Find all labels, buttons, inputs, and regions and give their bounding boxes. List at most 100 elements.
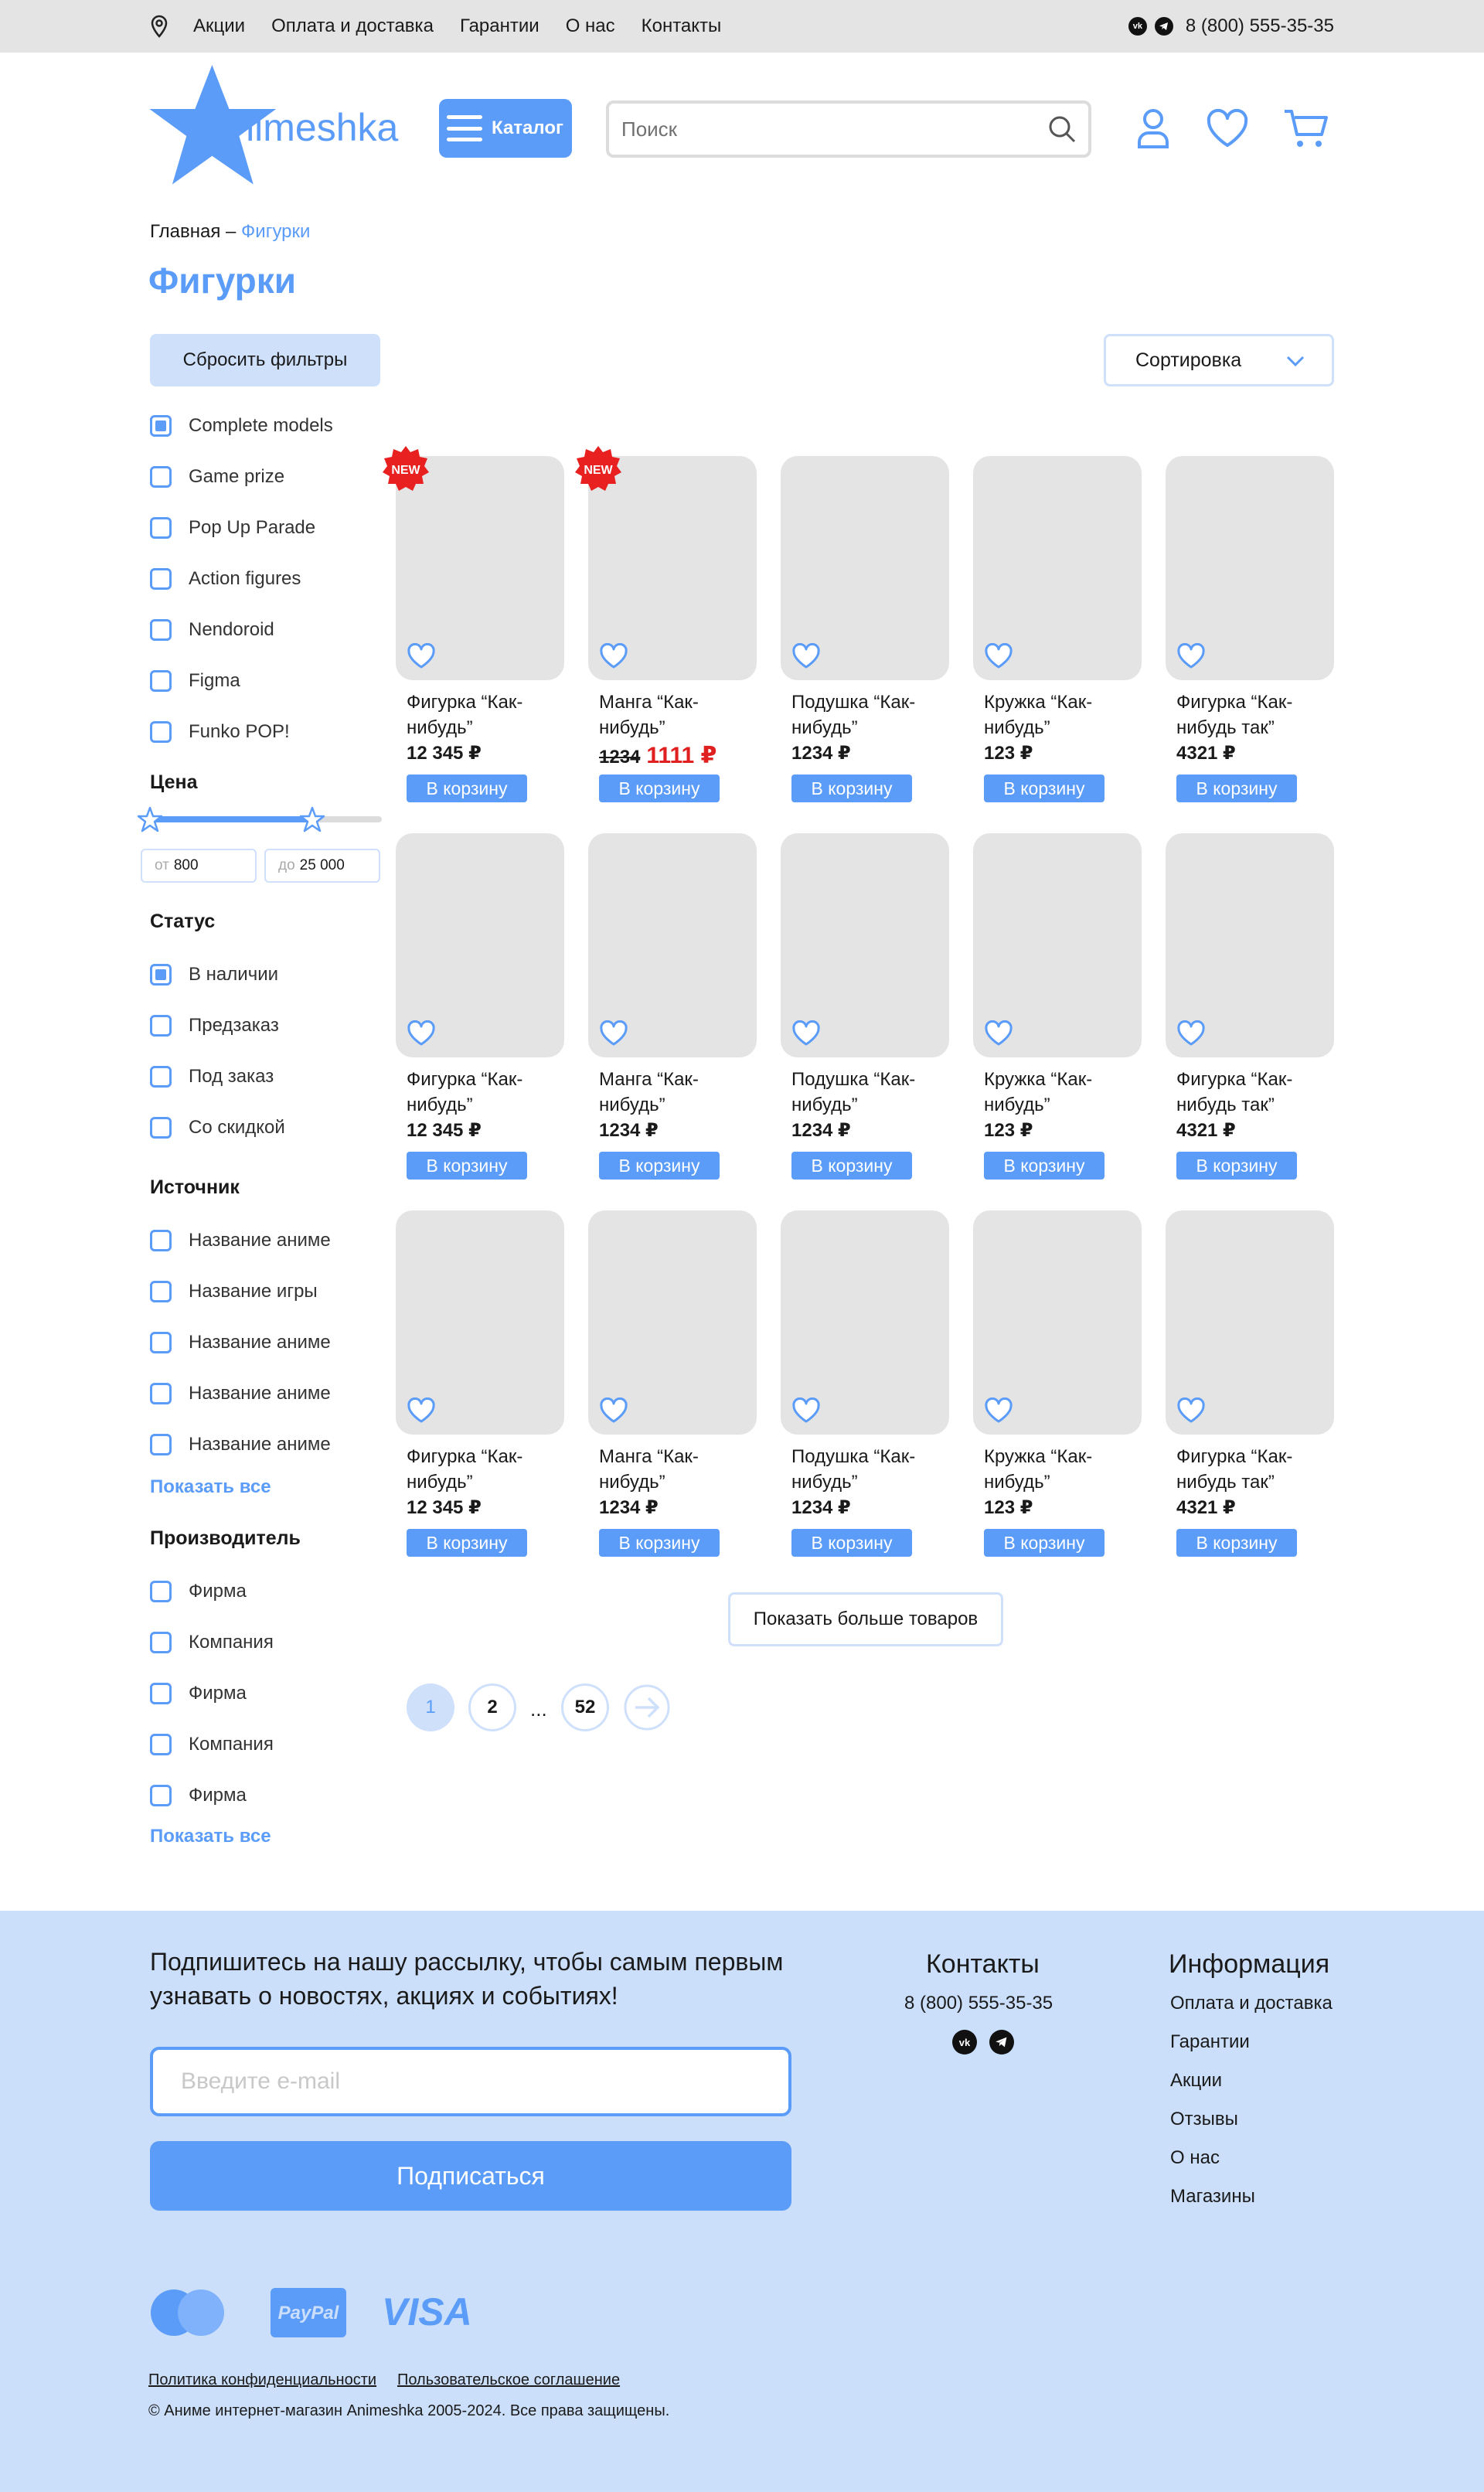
- source-filter-option[interactable]: Название аниме: [150, 1227, 331, 1254]
- product-image[interactable]: [781, 456, 949, 680]
- add-to-cart-button[interactable]: В корзину: [1176, 1529, 1297, 1557]
- cart-icon[interactable]: [1283, 105, 1329, 151]
- product-name[interactable]: Фигурка “Как-нибудь так”: [1166, 1444, 1320, 1495]
- maker-checkbox[interactable]: [150, 1683, 172, 1704]
- source-checkbox[interactable]: [150, 1434, 172, 1455]
- product-card[interactable]: Кружка “Как-нибудь” 123 ₽ В корзину: [973, 833, 1142, 1180]
- product-name[interactable]: Кружка “Как-нибудь”: [973, 1067, 1128, 1118]
- product-image[interactable]: [396, 1210, 564, 1435]
- type-checkbox[interactable]: [150, 670, 172, 692]
- price-slider-min-handle-star-icon[interactable]: [137, 806, 163, 832]
- favorite-heart-icon[interactable]: [1176, 1397, 1206, 1424]
- add-to-cart-button[interactable]: В корзину: [599, 774, 720, 802]
- status-filter-option[interactable]: В наличии: [150, 962, 278, 988]
- product-card[interactable]: Фигурка “Как-нибудь так” 4321 ₽ В корзину: [1166, 1210, 1334, 1557]
- add-to-cart-button[interactable]: В корзину: [1176, 1152, 1297, 1180]
- source-checkbox[interactable]: [150, 1230, 172, 1251]
- maker-checkbox[interactable]: [150, 1581, 172, 1602]
- add-to-cart-button[interactable]: В корзину: [791, 1152, 912, 1180]
- product-image[interactable]: [1166, 1210, 1334, 1435]
- maker-checkbox[interactable]: [150, 1785, 172, 1806]
- product-name[interactable]: Фигурка “Как-нибудь”: [396, 1444, 550, 1495]
- type-checkbox[interactable]: [150, 568, 172, 590]
- product-card[interactable]: Подушка “Как-нибудь” 1234 ₽ В корзину: [781, 456, 949, 802]
- product-name[interactable]: Фигурка “Как-нибудь”: [396, 689, 550, 740]
- top-nav-guarantees[interactable]: Гарантии: [460, 15, 539, 37]
- footer-info-link[interactable]: Отзывы: [1170, 2109, 1238, 2130]
- add-to-cart-button[interactable]: В корзину: [407, 1152, 527, 1180]
- add-to-cart-button[interactable]: В корзину: [599, 1152, 720, 1180]
- price-slider-max-handle-star-icon[interactable]: [299, 806, 325, 832]
- email-input[interactable]: [181, 2068, 788, 2095]
- price-to-input[interactable]: до 25 000: [264, 849, 380, 883]
- type-checkbox[interactable]: [150, 721, 172, 743]
- type-filter-option[interactable]: Figma: [150, 668, 240, 694]
- footer-telegram-icon[interactable]: [989, 2030, 1014, 2055]
- product-image[interactable]: [973, 456, 1142, 680]
- status-checkbox[interactable]: [150, 1015, 172, 1037]
- product-card[interactable]: Манга “Как-нибудь” 1234 ₽ В корзину: [588, 833, 757, 1180]
- footer-phone[interactable]: 8 (800) 555-35-35: [904, 1993, 1053, 2014]
- product-name[interactable]: Манга “Как-нибудь”: [588, 1067, 743, 1118]
- product-image[interactable]: [588, 833, 757, 1057]
- favorite-heart-icon[interactable]: [599, 643, 628, 669]
- product-name[interactable]: Манга “Как-нибудь”: [588, 1444, 743, 1495]
- product-image[interactable]: [396, 833, 564, 1057]
- source-filter-option[interactable]: Название игры: [150, 1278, 318, 1305]
- add-to-cart-button[interactable]: В корзину: [599, 1529, 720, 1557]
- footer-info-link[interactable]: Гарантии: [1170, 2031, 1250, 2053]
- search-box[interactable]: [606, 100, 1091, 158]
- sort-dropdown[interactable]: Сортировка: [1104, 334, 1334, 386]
- reset-filters-button[interactable]: Сбросить фильтры: [150, 334, 380, 386]
- favorite-heart-icon[interactable]: [407, 643, 436, 669]
- subscribe-button[interactable]: Подписаться: [150, 2141, 791, 2211]
- favorite-heart-icon[interactable]: [1176, 1020, 1206, 1047]
- product-image[interactable]: NEW: [383, 446, 564, 680]
- add-to-cart-button[interactable]: В корзину: [984, 1152, 1104, 1180]
- status-checkbox[interactable]: [150, 964, 172, 986]
- vk-icon[interactable]: vk: [1128, 17, 1147, 36]
- privacy-policy-link[interactable]: Политика конфиденциальности: [148, 2371, 376, 2389]
- top-nav-about[interactable]: О нас: [566, 15, 615, 37]
- status-filter-option[interactable]: Со скидкой: [150, 1115, 285, 1141]
- type-checkbox[interactable]: [150, 517, 172, 539]
- maker-filter-option[interactable]: Фирма: [150, 1680, 247, 1707]
- maker-show-all-link[interactable]: Показать все: [150, 1826, 271, 1847]
- product-card[interactable]: Подушка “Как-нибудь” 1234 ₽ В корзину: [781, 833, 949, 1180]
- type-filter-option[interactable]: Nendoroid: [150, 617, 274, 643]
- status-filter-option[interactable]: Предзаказ: [150, 1013, 279, 1039]
- user-agreement-link[interactable]: Пользовательское соглашение: [397, 2371, 620, 2389]
- type-filter-option[interactable]: Pop Up Parade: [150, 515, 315, 541]
- favorite-heart-icon[interactable]: [407, 1020, 436, 1047]
- maker-filter-option[interactable]: Фирма: [150, 1782, 247, 1809]
- next-page-arrow-icon[interactable]: [623, 1683, 671, 1731]
- type-checkbox[interactable]: [150, 466, 172, 488]
- page-1-button[interactable]: 1: [407, 1683, 454, 1731]
- add-to-cart-button[interactable]: В корзину: [791, 1529, 912, 1557]
- product-image[interactable]: [588, 1210, 757, 1435]
- product-name[interactable]: Кружка “Как-нибудь”: [973, 689, 1128, 740]
- product-name[interactable]: Фигурка “Как-нибудь”: [396, 1067, 550, 1118]
- product-image[interactable]: NEW: [575, 446, 757, 680]
- maker-filter-option[interactable]: Фирма: [150, 1578, 247, 1605]
- user-icon[interactable]: [1130, 105, 1176, 151]
- telegram-icon[interactable]: [1154, 17, 1173, 36]
- product-image[interactable]: [973, 1210, 1142, 1435]
- product-card[interactable]: Фигурка “Как-нибудь” 12 345 ₽ В корзину: [396, 1210, 564, 1557]
- product-image[interactable]: [973, 833, 1142, 1057]
- product-name[interactable]: Фигурка “Как-нибудь так”: [1166, 689, 1320, 740]
- favorite-heart-icon[interactable]: [791, 1397, 821, 1424]
- search-icon[interactable]: [1047, 114, 1077, 145]
- add-to-cart-button[interactable]: В корзину: [407, 1529, 527, 1557]
- product-image[interactable]: [781, 1210, 949, 1435]
- favorites-heart-icon[interactable]: [1204, 105, 1251, 151]
- favorite-heart-icon[interactable]: [984, 1020, 1013, 1047]
- product-image[interactable]: [1166, 833, 1334, 1057]
- product-card[interactable]: Фигурка “Как-нибудь” 12 345 ₽ В корзину: [396, 833, 564, 1180]
- favorite-heart-icon[interactable]: [791, 643, 821, 669]
- source-checkbox[interactable]: [150, 1383, 172, 1404]
- status-checkbox[interactable]: [150, 1066, 172, 1088]
- page-2-button[interactable]: 2: [468, 1683, 516, 1731]
- top-nav-contacts[interactable]: Контакты: [642, 15, 722, 37]
- favorite-heart-icon[interactable]: [791, 1020, 821, 1047]
